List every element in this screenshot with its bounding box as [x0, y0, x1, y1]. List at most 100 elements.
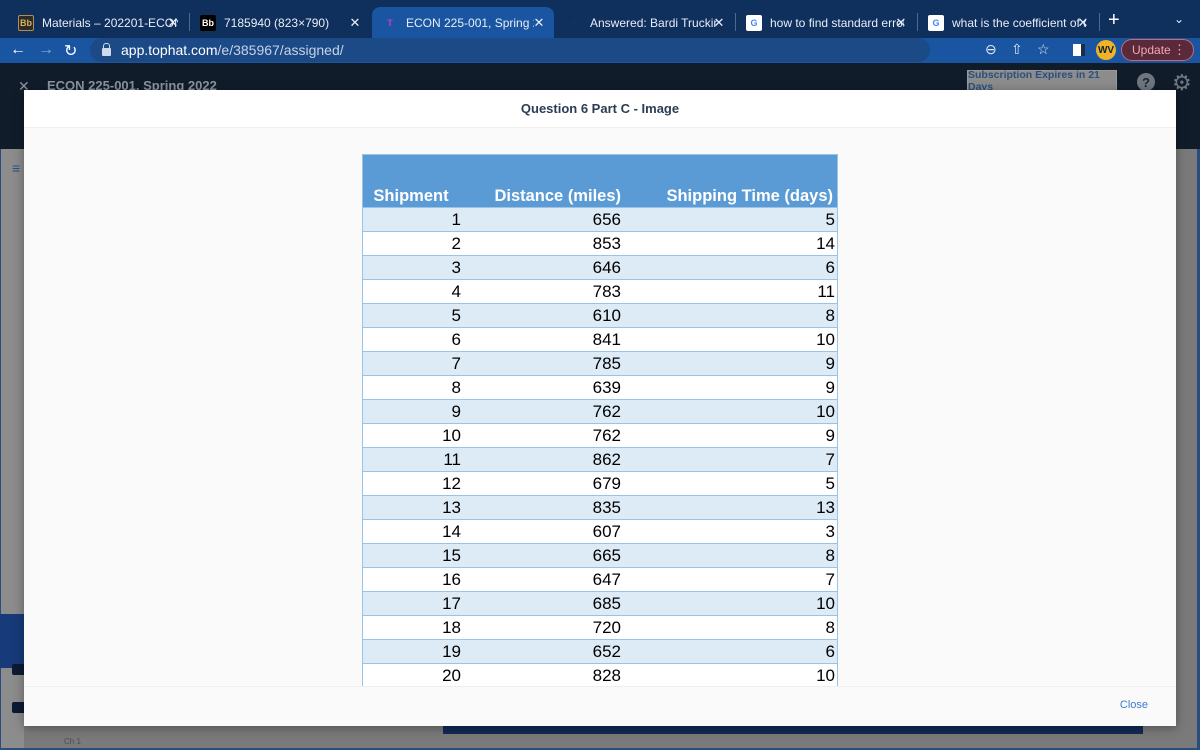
- background-panel: [443, 725, 1143, 734]
- zoom-icon[interactable]: ⊖: [985, 41, 997, 58]
- cell-shipment: 16: [442, 569, 461, 589]
- profile-avatar[interactable]: WV: [1096, 40, 1116, 60]
- table-row: 17 685 10: [363, 591, 837, 615]
- close-tab-icon[interactable]: ✕: [532, 15, 546, 31]
- table-row: 16 647 7: [363, 567, 837, 591]
- share-icon[interactable]: ⇧: [1011, 41, 1023, 58]
- cell-shipping-time: 11: [817, 281, 835, 301]
- sidebar-selected-item[interactable]: [0, 614, 24, 668]
- subscription-badge[interactable]: Subscription Expires in 21 Days: [967, 69, 1117, 93]
- close-tab-icon[interactable]: ✕: [166, 15, 180, 31]
- tab-materials[interactable]: Bb Materials – 202201-ECON-2 ✕: [8, 7, 188, 38]
- cell-shipping-time: 9: [825, 353, 835, 373]
- cell-shipping-time: 10: [816, 329, 835, 349]
- cell-shipping-time: 9: [825, 377, 835, 397]
- reading-list-icon[interactable]: [1073, 44, 1085, 56]
- table-row: 7 785 9: [363, 351, 837, 375]
- cell-distance: 785: [592, 353, 621, 373]
- new-tab-button[interactable]: +: [1108, 9, 1120, 32]
- cell-shipment: 20: [442, 665, 461, 685]
- cell-shipping-time: 10: [816, 401, 835, 421]
- close-tab-icon[interactable]: ✕: [1076, 15, 1090, 31]
- close-tab-icon[interactable]: ✕: [348, 15, 362, 31]
- google-icon: G: [928, 14, 944, 31]
- close-tab-icon[interactable]: ✕: [894, 15, 908, 31]
- table-row: 8 639 9: [363, 375, 837, 399]
- browser-tab-bar: Bb Materials – 202201-ECON-2 ✕ Bb 718594…: [0, 0, 1200, 38]
- tab-image[interactable]: Bb 7185940 (823×790) ✕: [190, 7, 370, 38]
- cell-shipping-time: 5: [825, 209, 835, 229]
- cell-distance: 841: [592, 329, 621, 349]
- cell-shipping-time: 10: [816, 593, 835, 613]
- cell-distance: 762: [592, 401, 621, 421]
- column-header-distance: Distance (miles): [494, 187, 621, 205]
- tab-google-coefficient[interactable]: G what is the coefficient of de ✕: [918, 7, 1098, 38]
- reload-button[interactable]: ↻: [64, 41, 77, 61]
- close-tab-icon[interactable]: ✕: [712, 15, 726, 31]
- cell-distance: 647: [592, 569, 621, 589]
- cell-shipping-time: 7: [825, 449, 835, 469]
- close-button[interactable]: Close: [1120, 699, 1148, 711]
- url-text: app.tophat.com/e/385967/assigned/: [121, 42, 344, 58]
- cell-shipping-time: 9: [825, 425, 835, 445]
- cell-shipping-time: 13: [816, 497, 835, 517]
- tab-title: ECON 225-001, Spring 202: [406, 15, 534, 30]
- cell-shipment: 10: [442, 425, 461, 445]
- table-row: 5 610 8: [363, 303, 837, 327]
- table-row: 13 835 13: [363, 495, 837, 519]
- tab-title: Answered: Bardi Trucking C: [590, 15, 718, 30]
- cell-distance: 610: [592, 305, 621, 325]
- cell-distance: 607: [592, 521, 621, 541]
- cell-shipping-time: 10: [816, 665, 835, 685]
- browser-toolbar: ← → ↻ app.tophat.com/e/385967/assigned/ …: [0, 38, 1200, 63]
- cell-shipping-time: 14: [816, 233, 835, 253]
- cell-distance: 762: [592, 425, 621, 445]
- table-row: 11 862 7: [363, 447, 837, 471]
- cell-shipment: 8: [451, 377, 461, 397]
- cell-shipment: 3: [451, 257, 461, 277]
- tab-google-standard-error[interactable]: G how to find standard error c ✕: [736, 7, 916, 38]
- table-row: 10 762 9: [363, 423, 837, 447]
- update-button[interactable]: Update ⋮: [1121, 39, 1194, 61]
- filter-icon[interactable]: ≡: [12, 160, 20, 176]
- cell-shipment: 18: [442, 617, 461, 637]
- tab-tophat-active[interactable]: T ECON 225-001, Spring 202 ✕: [372, 7, 554, 38]
- cell-shipping-time: 6: [825, 257, 835, 277]
- table-row: 14 607 3: [363, 519, 837, 543]
- modal-footer: Close: [24, 686, 1176, 726]
- column-header-shipment: Shipment: [373, 187, 449, 205]
- address-bar[interactable]: app.tophat.com/e/385967/assigned/ ⊖: [90, 38, 997, 62]
- help-icon[interactable]: ?: [1137, 73, 1155, 91]
- bookmark-star-icon[interactable]: ☆: [1037, 41, 1050, 58]
- tab-search-chevron-icon[interactable]: ⌄: [1174, 12, 1184, 26]
- cell-distance: 646: [592, 257, 621, 277]
- tab-bartleby[interactable]: b Answered: Bardi Trucking C ✕: [556, 7, 734, 38]
- google-icon: G: [746, 14, 762, 31]
- cell-shipment: 14: [442, 521, 461, 541]
- table-row: 1 656 5: [363, 207, 837, 231]
- cell-distance: 835: [592, 497, 621, 517]
- table-row: 9 762 10: [363, 399, 837, 423]
- cell-shipping-time: 6: [825, 641, 835, 661]
- cell-shipment: 4: [451, 281, 461, 301]
- cell-shipment: 7: [451, 353, 461, 373]
- cell-distance: 853: [592, 233, 621, 253]
- cell-shipment: 11: [443, 449, 461, 469]
- forward-button[interactable]: →: [38, 41, 54, 59]
- modal-header: Question 6 Part C - Image: [24, 90, 1176, 128]
- lock-icon: [102, 42, 111, 56]
- modal-title: Question 6 Part C - Image: [520, 101, 680, 116]
- cell-shipment: 2: [451, 233, 461, 253]
- column-header-shipping-time: Shipping Time (days): [666, 187, 833, 205]
- cell-shipping-time: 8: [825, 617, 835, 637]
- cell-distance: 665: [592, 545, 621, 565]
- tab-title: Materials – 202201-ECON-2: [42, 15, 178, 30]
- cell-shipment: 17: [442, 593, 461, 613]
- table-row: 2 853 14: [363, 231, 837, 255]
- cell-shipping-time: 7: [825, 569, 835, 589]
- data-table-image: Shipment Distance (miles) Shipping Time …: [362, 154, 838, 688]
- back-button[interactable]: ←: [10, 41, 26, 59]
- update-label: Update: [1132, 43, 1171, 57]
- table-header-row: Shipment Distance (miles) Shipping Time …: [363, 155, 837, 207]
- cell-distance: 685: [592, 593, 621, 613]
